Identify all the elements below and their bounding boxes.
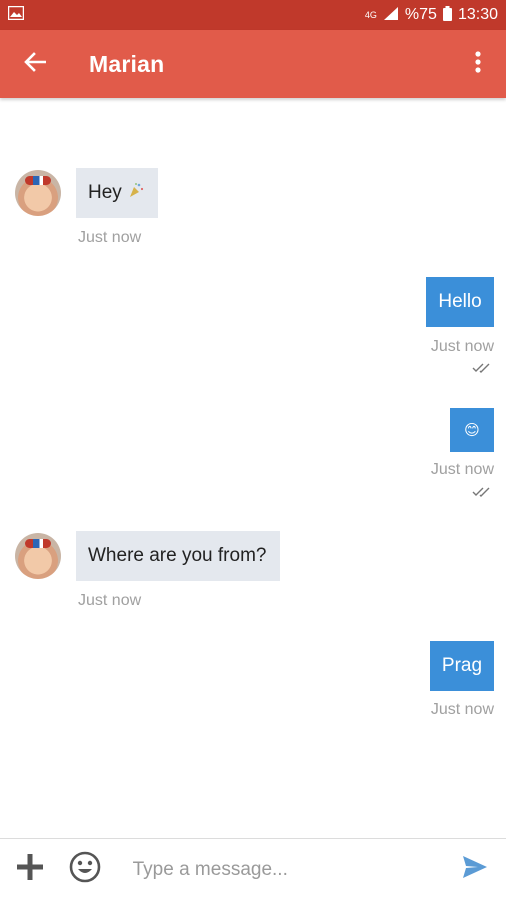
message-time: Just now — [78, 592, 142, 609]
emoji-button[interactable] — [59, 840, 110, 900]
network-type: 4G — [364, 9, 377, 20]
status-right: 4G %75 13:30 — [364, 5, 498, 25]
arrow-left-icon — [24, 51, 47, 77]
message-composer — [0, 838, 506, 900]
more-vertical-icon — [475, 50, 481, 78]
message-time: Just now — [430, 701, 494, 718]
signal-icon — [383, 6, 399, 24]
message-text: Prag — [441, 655, 483, 676]
message-text: Where are you from? — [88, 545, 267, 566]
message-time: Just now — [430, 338, 494, 355]
smiley-icon — [69, 851, 101, 888]
message-emoji: 😊 — [464, 422, 480, 439]
more-options-button[interactable] — [450, 30, 506, 98]
message-bubble-outgoing[interactable]: Prag — [430, 641, 494, 691]
message-bubble-incoming[interactable]: Hey — [76, 168, 158, 218]
message-text: Hello — [438, 291, 482, 312]
message-bubble-outgoing[interactable]: 😊 — [450, 408, 494, 452]
message-bubble-outgoing[interactable]: Hello — [426, 277, 494, 327]
status-left — [7, 5, 25, 25]
message-list[interactable]: Hey Just now Hello Just now 😊 Just now W… — [0, 98, 506, 838]
send-icon — [462, 855, 488, 884]
battery-level: %75 — [404, 6, 437, 23]
plus-icon — [14, 851, 46, 888]
status-time: 13:30 — [457, 6, 498, 23]
message-time: Just now — [430, 461, 494, 478]
avatar[interactable] — [15, 170, 61, 216]
double-check-icon — [472, 485, 494, 503]
send-button[interactable] — [451, 840, 500, 900]
party-popper-icon — [128, 182, 144, 204]
app-bar: Marian — [0, 30, 506, 98]
chat-title: Marian — [89, 50, 165, 77]
avatar[interactable] — [15, 533, 61, 579]
message-bubble-incoming[interactable]: Where are you from? — [76, 531, 280, 581]
image-icon — [7, 5, 25, 25]
double-check-icon — [472, 361, 494, 379]
message-time: Just now — [78, 229, 142, 246]
battery-icon — [442, 5, 452, 25]
status-bar: 4G %75 13:30 — [0, 0, 506, 30]
add-attachment-button[interactable] — [0, 840, 59, 900]
message-text: Hey — [88, 182, 122, 203]
back-button[interactable] — [0, 30, 70, 98]
message-input[interactable] — [130, 857, 451, 882]
